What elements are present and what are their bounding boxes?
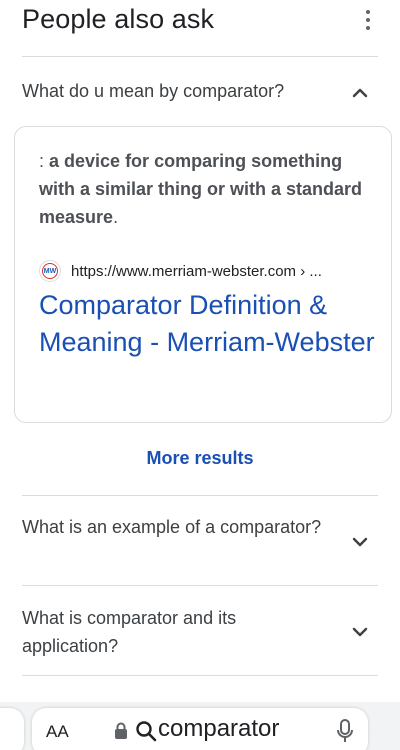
result-title-link[interactable]: Comparator Definition & Meaning - Merria… (39, 287, 379, 361)
question-row-2[interactable]: What is an example of a comparator? (0, 496, 400, 585)
lock-icon (114, 722, 128, 740)
source-row[interactable]: MW https://www.merriam-webster.com › ... (39, 259, 379, 283)
microphone-icon[interactable] (336, 719, 354, 743)
source-url[interactable]: https://www.merriam-webster.com › ... (71, 263, 322, 280)
merriam-webster-favicon-icon: MW (39, 260, 61, 282)
snippet-prefix: : (39, 151, 50, 171)
paa-header: People also ask (0, 0, 400, 56)
section-title: People also ask (22, 4, 215, 34)
question-row-1[interactable]: What do u mean by comparator? (0, 57, 400, 125)
answer-snippet: : a device for comparing something with … (39, 147, 369, 231)
chevron-down-icon[interactable] (348, 530, 372, 554)
chevron-up-icon[interactable] (348, 81, 372, 105)
answer-card: : a device for comparing something with … (14, 126, 392, 423)
question-text: What is comparator and its application? (22, 608, 237, 656)
address-query[interactable]: comparator (158, 715, 279, 743)
question-text: What is an example of a comparator? (22, 517, 322, 537)
more-results-link[interactable]: More results (0, 448, 400, 469)
question-row-3[interactable]: What is comparator and its application? (0, 586, 400, 675)
chevron-down-icon[interactable] (348, 620, 372, 644)
text-size-button[interactable]: AA (46, 722, 69, 742)
question-text: What do u mean by comparator? (22, 81, 285, 101)
more-vert-icon[interactable] (358, 8, 378, 32)
snippet-suffix: . (113, 207, 119, 227)
search-icon (135, 720, 157, 742)
snippet-text: a device for comparing something with a … (39, 151, 363, 227)
divider (22, 675, 378, 676)
previous-tab-pill[interactable] (0, 708, 24, 750)
